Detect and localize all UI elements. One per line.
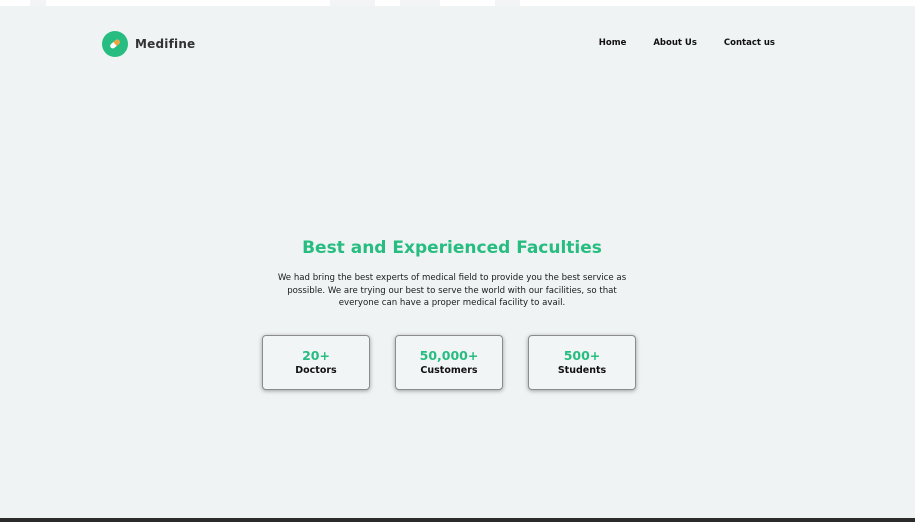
stat-card-students: 500+ Students [528,335,636,390]
nav-contact-link[interactable]: Contact us [724,38,775,48]
decorative-shape [400,0,440,6]
stat-label: Students [557,364,607,376]
stat-card-customers: 50,000+ Customers [395,335,503,390]
hero-description: We had bring the best experts of medical… [277,273,627,308]
stat-label: Customers [420,364,478,376]
brand-name: Medifine [135,37,196,51]
bottom-bar [0,518,915,522]
decorative-shape [30,0,46,6]
nav-home-link[interactable]: Home [599,38,627,48]
pill-icon [102,31,128,57]
stat-value: 50,000+ [419,347,479,363]
top-strip [0,0,915,6]
stat-card-doctors: 20+ Doctors [262,335,370,390]
main-nav: Home About Us Contact us [599,38,775,48]
decorative-shape [330,0,375,6]
stat-label: Doctors [295,364,337,376]
nav-about-link[interactable]: About Us [653,38,697,48]
stat-value: 20+ [302,347,330,363]
stats-row: 20+ Doctors 50,000+ Customers 500+ Stude… [262,335,636,390]
decorative-shape [495,0,520,6]
brand-logo[interactable]: Medifine [102,31,195,57]
stat-value: 500+ [563,347,601,363]
hero-title: Best and Experienced Faculties [302,238,602,258]
